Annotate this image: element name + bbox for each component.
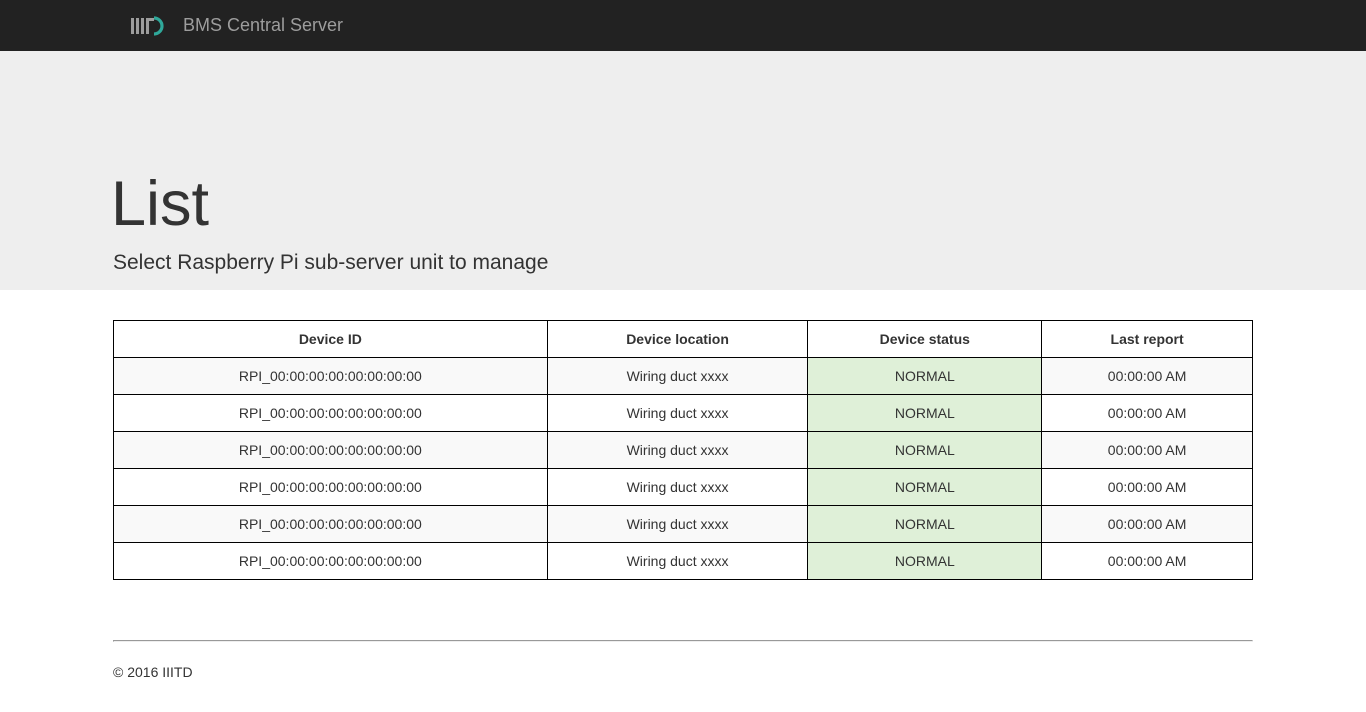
cell-device-location: Wiring duct xxxx [546, 431, 809, 469]
table-row[interactable]: RPI_00:00:00:00:00:00:00:00 Wiring duct … [113, 357, 1253, 395]
device-table-container: Device ID Device location Device status … [113, 320, 1253, 580]
cell-last-report: 00:00:00 AM [1041, 542, 1253, 580]
footer-copyright: © 2016 IIITD [113, 664, 193, 680]
brand-title: BMS Central Server [183, 15, 344, 35]
cell-device-status: NORMAL [807, 431, 1043, 469]
cell-device-id[interactable]: RPI_00:00:00:00:00:00:00:00 [113, 431, 548, 469]
cell-device-location: Wiring duct xxxx [546, 468, 809, 506]
page-subtitle: Select Raspberry Pi sub-server unit to m… [113, 251, 549, 274]
cell-device-location: Wiring duct xxxx [546, 542, 809, 580]
table-row[interactable]: RPI_00:00:00:00:00:00:00:00 Wiring duct … [113, 431, 1253, 469]
brand-link[interactable]: BMS Central Server [131, 0, 343, 51]
cell-device-location: Wiring duct xxxx [546, 394, 809, 432]
header-last-report: Last report [1041, 320, 1253, 358]
cell-device-id[interactable]: RPI_00:00:00:00:00:00:00:00 [113, 394, 548, 432]
table-row[interactable]: RPI_00:00:00:00:00:00:00:00 Wiring duct … [113, 468, 1253, 506]
cell-last-report: 00:00:00 AM [1041, 357, 1253, 395]
header-device-id: Device ID [113, 320, 548, 358]
footer-divider [113, 640, 1253, 642]
cell-device-location: Wiring duct xxxx [546, 505, 809, 543]
iiitd-logo-icon [131, 15, 164, 36]
cell-device-status: NORMAL [807, 505, 1043, 543]
cell-device-status: NORMAL [807, 357, 1043, 395]
jumbotron: List Select Raspberry Pi sub-server unit… [0, 51, 1366, 290]
cell-device-status: NORMAL [807, 542, 1043, 580]
table-row[interactable]: RPI_00:00:00:00:00:00:00:00 Wiring duct … [113, 505, 1253, 543]
cell-device-id[interactable]: RPI_00:00:00:00:00:00:00:00 [113, 542, 548, 580]
cell-last-report: 00:00:00 AM [1041, 468, 1253, 506]
table-row[interactable]: RPI_00:00:00:00:00:00:00:00 Wiring duct … [113, 394, 1253, 432]
table-header-row: Device ID Device location Device status … [113, 320, 1253, 358]
cell-device-status: NORMAL [807, 468, 1043, 506]
page-title: List [111, 169, 210, 239]
cell-last-report: 00:00:00 AM [1041, 431, 1253, 469]
top-navbar: BMS Central Server [0, 0, 1366, 51]
header-device-status: Device status [807, 320, 1043, 358]
cell-device-location: Wiring duct xxxx [546, 357, 809, 395]
cell-device-id[interactable]: RPI_00:00:00:00:00:00:00:00 [113, 357, 548, 395]
cell-device-id[interactable]: RPI_00:00:00:00:00:00:00:00 [113, 468, 548, 506]
table-row[interactable]: RPI_00:00:00:00:00:00:00:00 Wiring duct … [113, 542, 1253, 580]
header-device-location: Device location [546, 320, 809, 358]
cell-last-report: 00:00:00 AM [1041, 394, 1253, 432]
cell-device-id[interactable]: RPI_00:00:00:00:00:00:00:00 [113, 505, 548, 543]
device-table: Device ID Device location Device status … [113, 320, 1253, 580]
cell-device-status: NORMAL [807, 394, 1043, 432]
cell-last-report: 00:00:00 AM [1041, 505, 1253, 543]
